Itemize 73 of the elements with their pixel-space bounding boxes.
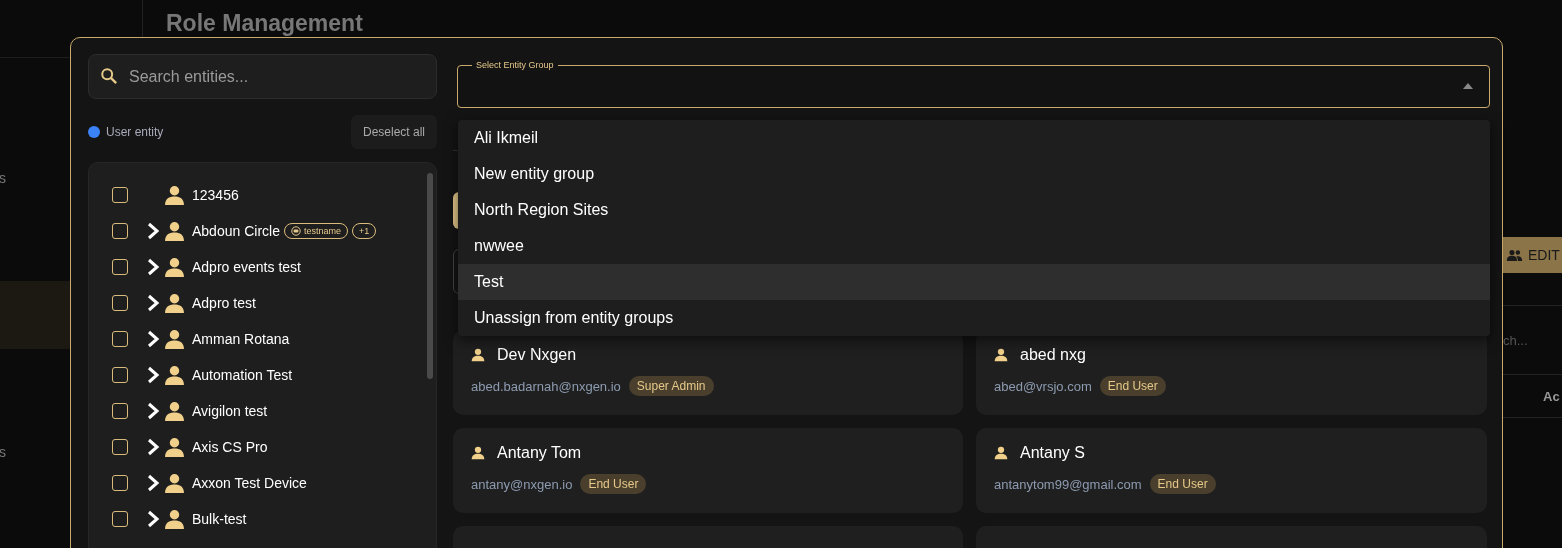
search-icon [100,67,118,85]
chevron-right-icon[interactable] [146,474,160,492]
user-icon [994,446,1008,460]
menu-option[interactable]: New entity group [458,156,1490,192]
person-icon [164,256,185,278]
menu-option[interactable]: North Region Sites [458,192,1490,228]
checkbox[interactable] [112,331,128,347]
chevron-right-icon[interactable] [146,510,160,528]
person-icon [164,184,185,206]
entity-name[interactable]: 123456 [192,187,239,203]
edit-button[interactable]: EDIT [1503,237,1562,273]
user-name: Antany Tom [497,444,582,462]
chevron-right-icon[interactable] [146,402,160,420]
entity-name[interactable]: Axis CS Pro [192,439,268,455]
role-tag: Super Admin [628,376,714,396]
checkbox[interactable] [112,475,128,491]
checkbox[interactable] [112,367,128,383]
person-icon [164,292,185,314]
chevron-right-icon[interactable] [146,438,160,456]
chevron-right-icon[interactable] [146,222,160,240]
legend-label: User entity [106,125,164,139]
user-icon [994,348,1008,362]
user-email: abed@vrsjo.com [994,378,1092,394]
user-card[interactable]: Antany S antanytom99@gmail.com End User [976,428,1487,513]
entity-name[interactable]: Automation Test [192,367,293,383]
entity-name[interactable]: Bulk-test [192,511,247,527]
user-email: antany@nxgen.io [471,476,573,492]
entity-name[interactable]: Avigilon test [192,403,268,419]
person-icon [164,472,185,494]
entity-name[interactable]: Axxon Test Device [192,475,307,491]
entity-name[interactable]: Adpro events test [192,259,301,275]
menu-option[interactable]: Test [458,264,1490,300]
menu-option[interactable]: Ali Ikmeil [458,120,1490,156]
user-icon [471,446,485,460]
user-name: Antany S [1020,444,1085,462]
role-tag: End User [1149,474,1216,494]
role-tag: End User [580,474,647,494]
checkbox[interactable] [112,259,128,275]
user-card[interactable]: Dev Nxgen abed.badarnah@nxgen.io Super Admin [453,330,963,415]
checkbox[interactable] [112,295,128,311]
column-header: Ac [1543,388,1560,404]
scrollbar[interactable] [427,173,433,379]
chevron-right-icon[interactable] [146,258,160,276]
person-icon [164,436,185,458]
checkbox[interactable] [112,403,128,419]
chevron-right-icon[interactable] [146,366,160,384]
search-field[interactable]: Search entities... [88,54,437,99]
checkbox[interactable] [112,223,128,239]
chevron-right-icon[interactable] [146,330,160,348]
user-card[interactable]: Antany Tom antany@nxgen.io End User [453,428,963,513]
user-name: Dev Nxgen [497,346,577,364]
user-icon [471,348,485,362]
entity-name[interactable]: Adpro test [192,295,256,311]
person-icon [164,508,185,530]
role-tag: End User [1099,376,1166,396]
person-icon [164,220,185,242]
chevron-right-icon[interactable] [146,294,160,312]
user-email: antanytom99@gmail.com [994,476,1142,492]
people-icon [1506,248,1523,262]
entity-name[interactable]: Amman Rotana [192,331,290,347]
user-email: abed.badarnah@nxgen.io [471,378,621,394]
entity-name[interactable]: Abdoun Circle [192,223,280,239]
camera-icon [290,226,301,236]
user-name: abed nxg [1020,346,1086,364]
deselect-all-button[interactable]: Deselect all [350,115,437,149]
person-icon [164,328,185,350]
menu-option[interactable]: nwwee [458,228,1490,264]
person-icon [164,400,185,422]
page-title: Role Management [166,10,363,37]
checkbox[interactable] [112,439,128,455]
checkbox[interactable] [112,187,128,203]
person-icon [164,364,185,386]
checkbox[interactable] [112,511,128,527]
